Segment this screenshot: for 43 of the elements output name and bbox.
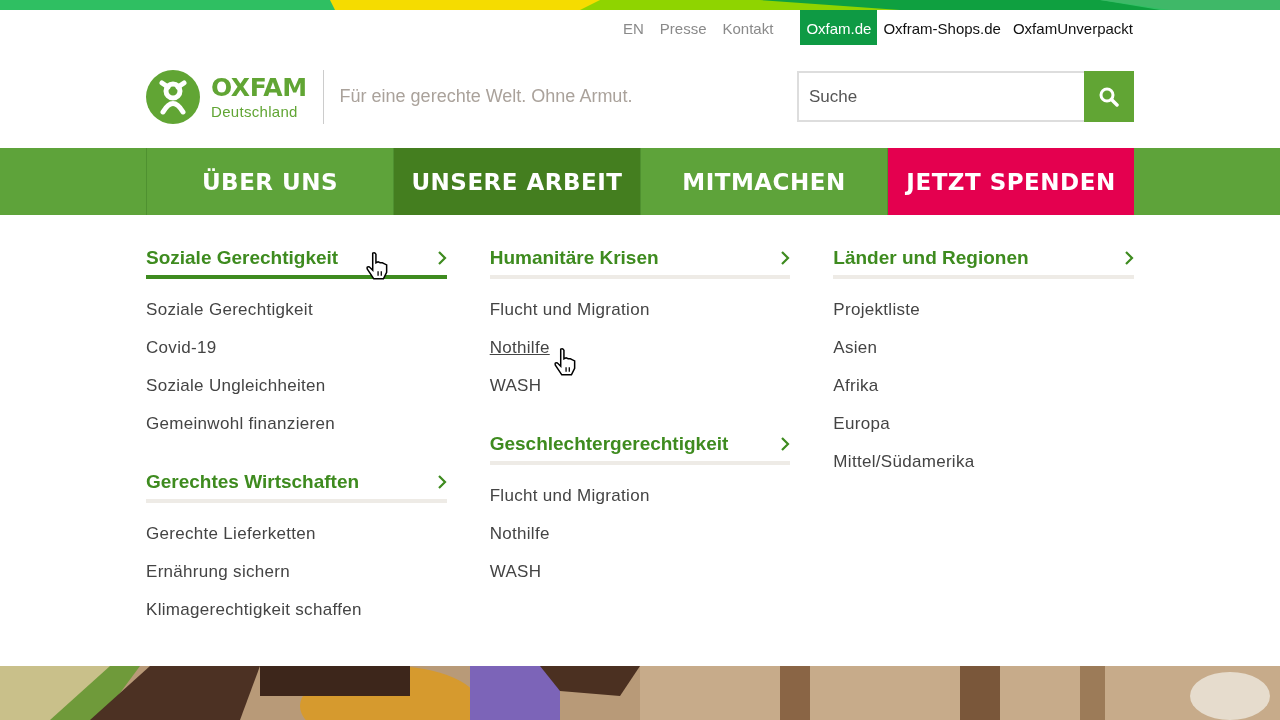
logo-icon[interactable] (146, 69, 200, 124)
menu-link[interactable]: Gerechte Lieferketten (146, 515, 316, 553)
menu-heading[interactable]: Länder und Regionen (833, 241, 1134, 279)
site-tab[interactable]: Oxfam.de (800, 10, 878, 45)
chevron-icon (436, 250, 447, 266)
hand-cursor-icon (364, 251, 390, 281)
menu-link[interactable]: Asien (833, 329, 878, 367)
chevron-icon (780, 250, 791, 266)
menu-heading[interactable]: Gerechtes Wirtschaften (146, 465, 447, 503)
menu-link[interactable]: Covid-19 (146, 329, 217, 367)
menu-link[interactable]: Projektliste (833, 291, 921, 329)
menu-link[interactable]: Europa (833, 405, 890, 443)
menu-link[interactable]: Soziale Gerechtigkeit (146, 291, 313, 329)
utility-link[interactable]: Presse (654, 10, 712, 45)
menu-link[interactable]: Flucht und Migration (489, 477, 650, 515)
menu-link[interactable]: Nothilfe (489, 329, 550, 367)
menu-link[interactable]: Nothilfe (489, 515, 550, 553)
search-button[interactable] (1084, 71, 1134, 122)
tagline: Für eine gerechte Welt. Ohne Armut. (339, 86, 633, 107)
menu-heading[interactable]: Soziale Gerechtigkeit (146, 241, 447, 279)
menu-link[interactable]: Gemeinwohl finanzieren (146, 405, 335, 443)
menu-link[interactable]: WASH (489, 367, 542, 405)
chevron-icon (780, 436, 791, 452)
menu-link[interactable]: WASH (489, 553, 542, 591)
menu-link[interactable]: Klimagerechtigkeit schaffen (146, 591, 362, 629)
menu-link[interactable]: Flucht und Migration (489, 291, 650, 329)
menu-link[interactable]: Mittel/Südamerika (833, 443, 975, 481)
site-tab[interactable]: OxfamUnverpackt (1006, 10, 1139, 45)
nav-tab[interactable]: JETZT SPENDEN (887, 148, 1134, 215)
menu-link[interactable]: Ernährung sichern (146, 553, 290, 591)
menu-link[interactable]: Soziale Ungleichheiten (146, 367, 326, 405)
chevron-icon (436, 474, 447, 490)
nav-tab[interactable]: UNSERE ARBEIT (393, 148, 640, 215)
logo-subtitle: Deutschland (211, 103, 299, 120)
menu-link[interactable]: Afrika (833, 367, 879, 405)
search-field[interactable]: Suche (797, 71, 1084, 122)
menu-heading[interactable]: Humanitäre Krisen (489, 241, 791, 279)
hand-cursor-icon (551, 347, 578, 377)
menu-heading[interactable]: Geschlechtergerechtigkeit (489, 427, 791, 465)
chevron-icon (1124, 250, 1134, 266)
site-tab[interactable]: Oxfram-Shops.de (877, 10, 1007, 45)
logo-wordmark: OXFAM (211, 73, 307, 103)
search-icon (1099, 86, 1119, 107)
